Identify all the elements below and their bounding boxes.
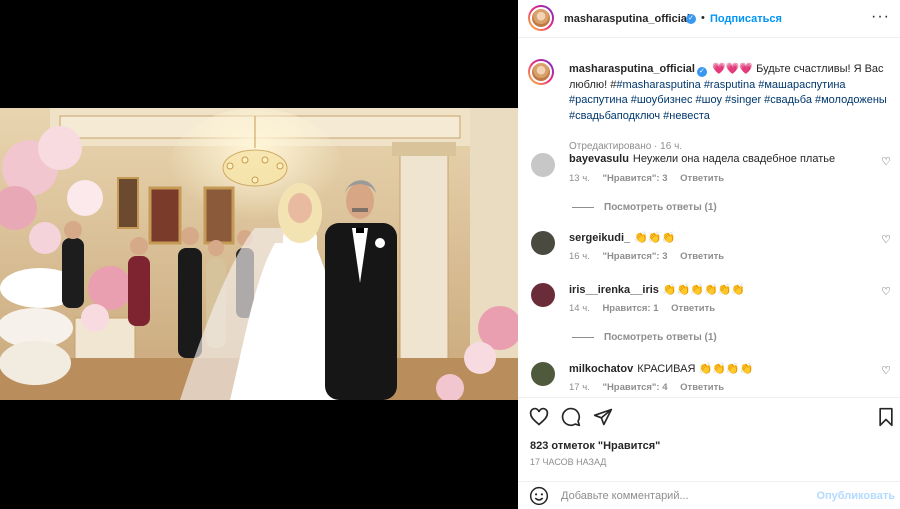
post-panel: masharasputina_official ✓ • Подписаться … [518, 0, 900, 509]
comment-meta: 14 ч. Нравится: 1 Ответить [569, 303, 725, 314]
comment-likes[interactable]: "Нравится": 4 [602, 382, 667, 393]
comment-body: iris__irenka__iris 👏👏👏👏👏👏 [569, 283, 879, 296]
view-replies-button[interactable]: Посмотреть ответы (1) [572, 332, 717, 343]
commenter-avatar[interactable] [531, 231, 555, 255]
replies-line [572, 336, 594, 338]
like-icon[interactable]: ♡ [881, 233, 891, 246]
comment-item: iris__irenka__iris 👏👏👏👏👏👏 14 ч. Нравится:… [528, 283, 900, 323]
comment-item: bayevasulu Неужели она надела свадебное п… [528, 153, 900, 193]
comment-body: sergeikudi_ 👏👏👏 [569, 231, 879, 244]
like-icon[interactable]: ♡ [881, 285, 891, 298]
comment-text: КРАСИВАЯ 👏👏👏👏 [637, 363, 754, 375]
comment-likes[interactable]: "Нравится": 3 [602, 173, 667, 184]
comment-time: 17 ч. [569, 382, 590, 393]
reply-button[interactable]: Ответить [680, 173, 724, 184]
view-replies-label[interactable]: Посмотреть ответы (1) [604, 202, 717, 213]
commenter-avatar[interactable] [531, 153, 555, 177]
comment-input[interactable] [561, 486, 811, 506]
caption-hearts: 💗💗💗 [712, 63, 754, 75]
heart-icon[interactable] [529, 407, 549, 427]
post-media [0, 0, 518, 509]
follow-button[interactable]: Подписаться [710, 13, 782, 25]
comment-time: 13 ч. [569, 173, 590, 184]
comment-meta: 16 ч. "Нравится": 3 Ответить [569, 251, 734, 262]
likes-count[interactable]: 823 отметок "Нравится" [530, 440, 660, 452]
commenter-username[interactable]: milkochatov [569, 363, 633, 375]
comment-text: 👏👏👏👏👏👏 [662, 284, 746, 296]
caption-avatar[interactable] [528, 59, 554, 85]
replies-line [572, 206, 594, 208]
comment-body: milkochatov КРАСИВАЯ 👏👏👏👏 [569, 362, 879, 375]
like-icon[interactable]: ♡ [881, 155, 891, 168]
comment-text: 👏👏👏 [634, 232, 676, 244]
commenter-username[interactable]: bayevasulu [569, 153, 629, 165]
publish-button[interactable]: Опубликовать [816, 490, 895, 502]
share-icon[interactable] [593, 407, 613, 427]
comment-item: sergeikudi_ 👏👏👏 16 ч. "Нравится": 3 Ответ… [528, 231, 900, 271]
comment-text: Неужели она надела свадебное платье [632, 153, 836, 165]
comment-time: 14 ч. [569, 303, 590, 314]
comment-meta: 13 ч. "Нравится": 3 Ответить [569, 173, 734, 184]
photo-illustration [0, 108, 518, 400]
author-username[interactable]: masharasputina_official [564, 13, 690, 25]
view-replies-label[interactable]: Посмотреть ответы (1) [604, 332, 717, 343]
comment-likes[interactable]: Нравится: 1 [602, 303, 658, 314]
commenter-username[interactable]: iris__irenka__iris [569, 284, 659, 296]
comment-body: bayevasulu Неужели она надела свадебное п… [569, 153, 879, 165]
reply-button[interactable]: Ответить [680, 382, 724, 393]
comment-time: 16 ч. [569, 251, 590, 262]
post-header: masharasputina_official ✓ • Подписаться … [518, 0, 900, 38]
reply-button[interactable]: Ответить [680, 251, 724, 262]
commenter-avatar[interactable] [531, 362, 555, 386]
wedding-photo[interactable] [0, 108, 518, 400]
verified-icon: ✓ [696, 67, 707, 77]
like-icon[interactable]: ♡ [881, 364, 891, 377]
posted-time: 17 часов назад [530, 457, 607, 467]
separator-dot: • [701, 12, 705, 24]
comments-scroll[interactable]: masharasputina_official ✓ 💗💗💗 Будьте счас… [518, 39, 900, 397]
more-options-icon[interactable]: ··· [871, 8, 890, 26]
caption-edited: Отредактировано · 16 ч. [569, 141, 683, 152]
post-actions: 823 отметок "Нравится" 17 часов назад Оп… [518, 397, 900, 509]
bookmark-icon[interactable] [876, 407, 896, 427]
reply-button[interactable]: Ответить [671, 303, 715, 314]
comment-likes[interactable]: "Нравится": 3 [602, 251, 667, 262]
comment-meta: 17 ч. "Нравится": 4 Ответить [569, 382, 734, 393]
caption-username[interactable]: masharasputina_official [569, 63, 695, 75]
caption-hashtags[interactable]: #masharasputina #rasputina #машараспутин… [569, 79, 887, 122]
commenter-avatar[interactable] [531, 283, 555, 307]
view-replies-button[interactable]: Посмотреть ответы (1) [572, 202, 717, 213]
emoji-icon[interactable] [529, 486, 549, 506]
author-avatar[interactable] [528, 5, 554, 31]
comment-icon[interactable] [561, 407, 581, 427]
add-comment-bar: Опубликовать [518, 481, 900, 509]
commenter-username[interactable]: sergeikudi_ [569, 232, 630, 244]
verified-icon: ✓ [686, 14, 696, 24]
comment-item: milkochatov КРАСИВАЯ 👏👏👏👏 17 ч. "Нравится… [528, 362, 900, 397]
caption-text: masharasputina_official ✓ 💗💗💗 Будьте счас… [569, 62, 887, 124]
